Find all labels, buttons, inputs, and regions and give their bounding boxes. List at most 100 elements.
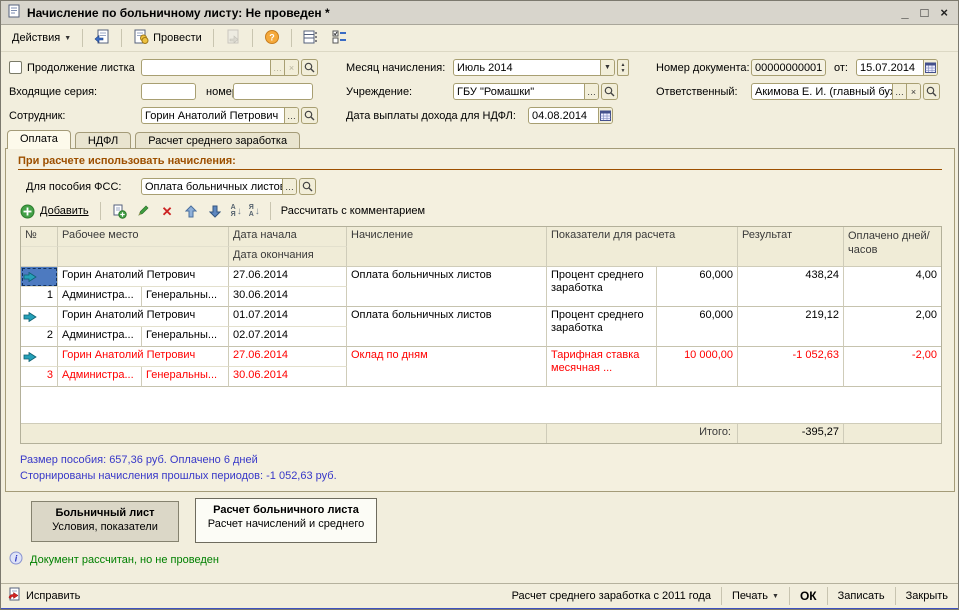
organization-field[interactable]: ГБУ "Ромашки" … xyxy=(453,83,599,100)
row-paid[interactable]: 4,00 xyxy=(844,267,941,307)
row-marker-cell[interactable] xyxy=(21,267,58,287)
row-department[interactable]: Администра... xyxy=(58,287,142,307)
spin-down-icon[interactable]: ▼ xyxy=(621,68,626,74)
incoming-series-field[interactable] xyxy=(141,83,196,100)
row-indicator-value[interactable]: 60,000 xyxy=(657,267,738,307)
post-document-button[interactable]: Провести xyxy=(127,26,208,50)
row-number[interactable]: 1 xyxy=(21,287,58,307)
list-settings-button[interactable] xyxy=(326,27,353,50)
row-number[interactable]: 2 xyxy=(21,327,58,347)
row-accrual[interactable]: Оплата больничных листов xyxy=(347,267,547,307)
row-marker-cell[interactable] xyxy=(21,347,58,367)
row-employee-name[interactable]: Горин Анатолий Петрович xyxy=(58,347,229,367)
row-accrual[interactable]: Оклад по дням xyxy=(347,347,547,387)
sort-desc-button[interactable]: ЯА ↓ xyxy=(249,204,260,218)
calendar-icon[interactable] xyxy=(598,108,612,123)
continuation-checkbox[interactable] xyxy=(9,61,22,74)
clear-icon[interactable]: × xyxy=(284,60,298,75)
move-down-button[interactable] xyxy=(207,203,224,220)
row-indicator-value[interactable]: 10 000,00 xyxy=(657,347,738,387)
post-and-close-button[interactable] xyxy=(219,26,247,50)
organization-search-button[interactable] xyxy=(601,83,618,100)
column-header-number[interactable]: № xyxy=(21,227,58,247)
continuation-search-button[interactable] xyxy=(301,59,318,76)
fix-button[interactable]: Исправить xyxy=(26,590,80,602)
help-button[interactable]: ? xyxy=(258,26,286,51)
save-button[interactable]: Записать xyxy=(827,587,895,605)
row-date-end[interactable]: 30.06.2014 xyxy=(229,367,347,387)
row-result[interactable]: -1 052,63 xyxy=(738,347,844,387)
column-header-accrual[interactable]: Начисление xyxy=(347,227,547,267)
close-button[interactable]: × xyxy=(940,5,948,20)
tab-oplata[interactable]: Оплата xyxy=(7,130,71,149)
ellipsis-button[interactable]: … xyxy=(892,84,906,99)
column-header-workplace[interactable]: Рабочее место xyxy=(58,227,229,247)
tab-ndfl[interactable]: НДФЛ xyxy=(75,132,131,149)
move-up-button[interactable] xyxy=(183,203,200,220)
row-indicator[interactable]: Тарифная ставка месячная ... xyxy=(547,347,657,387)
column-header-indicators[interactable]: Показатели для расчета xyxy=(547,227,738,267)
maximize-button[interactable]: □ xyxy=(921,5,929,20)
incoming-number-field[interactable] xyxy=(233,83,313,100)
row-employee-name[interactable]: Горин Анатолий Петрович xyxy=(58,267,229,287)
doc-date-field[interactable]: 15.07.2014 xyxy=(856,59,938,76)
row-indicator[interactable]: Процент среднего заработка xyxy=(547,267,657,307)
ellipsis-button[interactable]: … xyxy=(270,60,284,75)
clear-icon[interactable]: × xyxy=(906,84,920,99)
row-result[interactable]: 438,24 xyxy=(738,267,844,307)
row-position[interactable]: Генеральны... xyxy=(142,327,229,347)
responsible-field[interactable]: Акимова Е. И. (главный бухга … × xyxy=(751,83,921,100)
doc-number-field[interactable]: 00000000001 xyxy=(751,59,826,76)
row-date-end[interactable]: 30.06.2014 xyxy=(229,287,347,307)
employee-field[interactable]: Горин Анатолий Петрович … xyxy=(141,107,299,124)
row-department[interactable]: Администра... xyxy=(58,367,142,387)
fss-search-button[interactable] xyxy=(299,178,316,195)
row-indicator-value[interactable]: 60,000 xyxy=(657,307,738,347)
tab-avg-earnings[interactable]: Расчет среднего заработка xyxy=(135,132,300,149)
row-paid[interactable]: -2,00 xyxy=(844,347,941,387)
row-position[interactable]: Генеральны... xyxy=(142,287,229,307)
row-indicator[interactable]: Процент среднего заработка xyxy=(547,307,657,347)
calendar-icon[interactable] xyxy=(923,60,937,75)
sort-asc-button[interactable]: АЯ ↓ xyxy=(231,204,242,218)
row-employee-name[interactable]: Горин Анатолий Петрович xyxy=(58,307,229,327)
row-result[interactable]: 219,12 xyxy=(738,307,844,347)
month-field[interactable]: Июль 2014 ▼ xyxy=(453,59,615,76)
ellipsis-button[interactable]: … xyxy=(282,179,296,194)
close-window-button[interactable]: Закрыть xyxy=(895,587,958,605)
row-position[interactable]: Генеральны... xyxy=(142,367,229,387)
column-header-date-end[interactable]: Дата окончания xyxy=(229,247,347,267)
print-button[interactable]: Печать▼ xyxy=(721,587,789,605)
edit-row-button[interactable] xyxy=(135,203,152,220)
row-paid[interactable]: 2,00 xyxy=(844,307,941,347)
row-number[interactable]: 3 xyxy=(21,367,58,387)
month-spinner[interactable]: ▲ ▼ xyxy=(617,59,629,76)
row-date-start[interactable]: 01.07.2014 xyxy=(229,307,347,327)
responsible-search-button[interactable] xyxy=(923,83,940,100)
employee-search-button[interactable] xyxy=(301,107,318,124)
tab-sick-leave[interactable]: Больничный лист Условия, показатели xyxy=(31,501,179,542)
column-header-result[interactable]: Результат xyxy=(738,227,844,267)
delete-row-button[interactable]: ✕ xyxy=(159,203,176,220)
avg-earnings-button[interactable]: Расчет среднего заработка с 2011 года xyxy=(502,587,721,605)
continuation-field[interactable]: … × xyxy=(141,59,299,76)
ellipsis-button[interactable]: … xyxy=(284,108,298,123)
fss-field[interactable]: Оплата больничных листов … xyxy=(141,178,297,195)
row-accrual[interactable]: Оплата больничных листов xyxy=(347,307,547,347)
dropdown-icon[interactable]: ▼ xyxy=(600,60,614,75)
row-date-start[interactable]: 27.06.2014 xyxy=(229,267,347,287)
add-row-button[interactable]: Добавить xyxy=(18,202,90,221)
minimize-button[interactable]: _ xyxy=(901,5,908,20)
row-marker-cell[interactable] xyxy=(21,307,58,327)
ok-button[interactable]: ОК xyxy=(789,587,827,605)
row-date-start[interactable]: 27.06.2014 xyxy=(229,347,347,367)
ndfl-date-field[interactable]: 04.08.2014 xyxy=(528,107,613,124)
copy-row-button[interactable] xyxy=(111,203,128,220)
column-header-date-start[interactable]: Дата начала xyxy=(229,227,347,247)
table-settings-button[interactable] xyxy=(297,27,324,50)
table-empty-area[interactable] xyxy=(21,387,941,423)
column-header-paid[interactable]: Оплачено дней/часов xyxy=(844,227,941,267)
ellipsis-button[interactable]: … xyxy=(584,84,598,99)
actions-menu-button[interactable]: Действия▼ xyxy=(6,29,77,47)
tab-sick-leave-calculation[interactable]: Расчет больничного листа Расчет начислен… xyxy=(195,498,377,543)
